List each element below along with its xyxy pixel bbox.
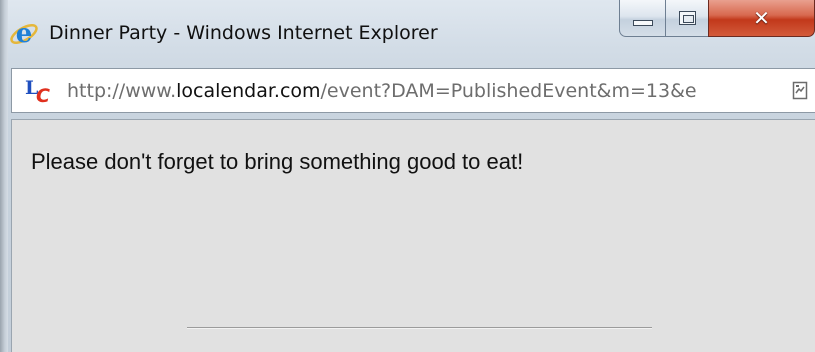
svg-text:C: C [36, 85, 50, 104]
url-text[interactable]: http://www.localendar.com/event?DAM=Publ… [67, 77, 697, 105]
url-path: /event?DAM=PublishedEvent&m=13&e [320, 80, 697, 102]
page-content: Please don't forget to bring something g… [11, 119, 815, 352]
address-bar[interactable]: L C http://www.localendar.com/event?DAM=… [11, 68, 815, 113]
svg-text:e: e [16, 19, 33, 49]
title-bar[interactable]: e Dinner Party - Windows Internet Explor… [0, 0, 815, 62]
internet-explorer-icon: e [9, 19, 39, 49]
maximize-button[interactable] [665, 0, 709, 37]
event-description: Please don't forget to bring something g… [31, 149, 524, 174]
browser-popup-window: e Dinner Party - Windows Internet Explor… [0, 0, 815, 352]
maximize-icon [678, 11, 696, 25]
compatibility-view-icon[interactable] [792, 81, 810, 101]
minimize-button[interactable] [619, 0, 666, 37]
minimize-icon [632, 20, 653, 26]
divider [187, 327, 652, 329]
close-icon: ✕ [753, 6, 770, 30]
caption-buttons: ✕ [619, 0, 815, 40]
url-domain: localendar.com [176, 80, 321, 102]
close-button[interactable]: ✕ [708, 0, 815, 37]
url-prefix: http://www. [67, 80, 177, 102]
window-title: Dinner Party - Windows Internet Explorer [49, 22, 438, 44]
localendar-icon: L C [24, 77, 54, 107]
